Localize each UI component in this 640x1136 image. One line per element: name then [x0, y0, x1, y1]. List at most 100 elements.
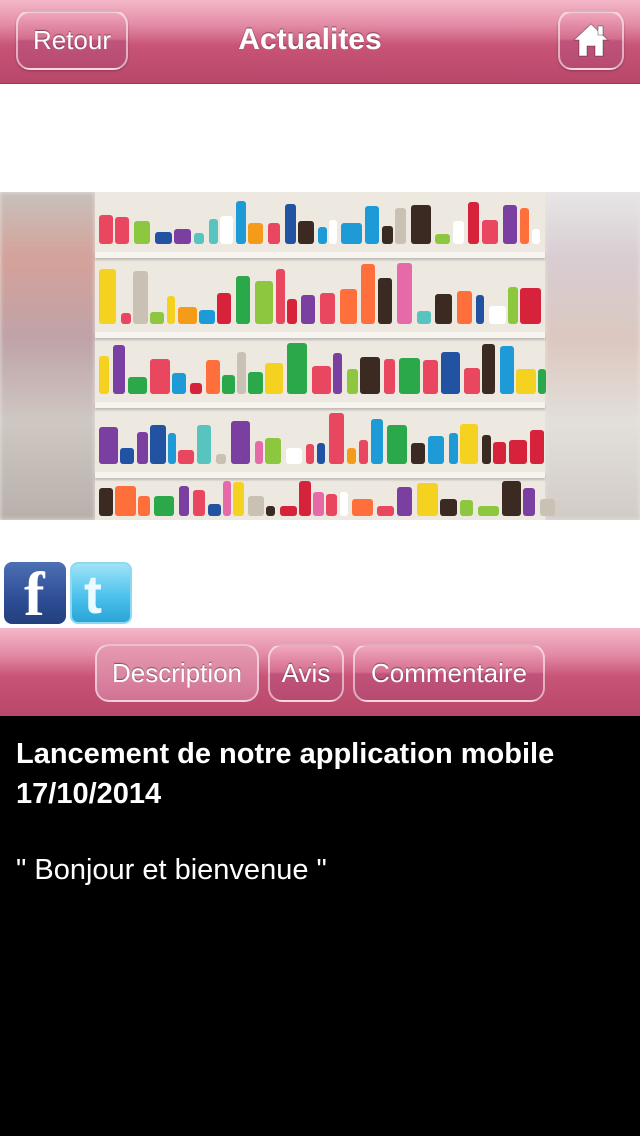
ribbon-spool	[460, 500, 473, 516]
photo-blur-right	[545, 192, 640, 520]
ribbon-spool	[382, 226, 393, 244]
ribbon-spool	[347, 448, 356, 464]
ribbon-spool	[397, 263, 412, 324]
ribbon-spool	[285, 204, 296, 244]
ribbon-spool	[150, 312, 164, 324]
ribbon-spool	[411, 443, 425, 464]
ribbon-spool	[508, 287, 518, 324]
article-photo	[0, 192, 640, 520]
ribbon-spool	[276, 269, 285, 324]
facebook-share-button[interactable]: f	[4, 562, 66, 624]
ribbon-spool	[287, 299, 297, 324]
ribbon-spool	[520, 208, 529, 244]
ribbon-spool	[341, 223, 362, 244]
ribbon-spool	[435, 294, 452, 324]
ribbon-spool	[178, 307, 197, 324]
ribbon-spool	[384, 359, 395, 394]
article-content: Lancement de notre application mobile 17…	[0, 716, 640, 1136]
ribbon-spool	[435, 234, 450, 244]
ribbon-spool	[268, 223, 280, 244]
ribbon-spool	[317, 443, 325, 464]
shelf-board	[95, 332, 545, 338]
ribbon-spool	[248, 372, 263, 394]
ribbon-spool	[306, 444, 314, 464]
ribbon-spool	[222, 375, 235, 394]
tab-commentaire[interactable]: Commentaire	[353, 644, 545, 702]
tab-bar: Description Avis Commentaire	[0, 628, 640, 716]
twitter-share-button[interactable]: t	[70, 562, 132, 624]
ribbon-spool	[231, 421, 250, 464]
ribbon-spool	[155, 232, 172, 244]
ribbon-spool	[509, 440, 527, 464]
ribbon-spool	[318, 227, 327, 244]
ribbon-spool	[265, 363, 283, 394]
ribbon-spool	[150, 359, 170, 394]
ribbon-spool	[523, 488, 535, 516]
home-button[interactable]	[558, 10, 624, 70]
ribbon-spool	[178, 450, 194, 464]
ribbon-spool	[150, 425, 166, 464]
ribbon-spool	[352, 499, 373, 516]
ribbon-spool	[329, 220, 337, 244]
ribbon-spool	[397, 487, 412, 516]
ribbon-spool	[493, 442, 506, 464]
ribbon-spool	[417, 483, 438, 516]
ribbon-spool	[411, 205, 431, 244]
photo-blur-left	[0, 192, 95, 520]
ribbon-spool	[236, 201, 246, 244]
ribbon-spool	[453, 221, 464, 244]
ribbon-spool	[99, 356, 109, 394]
ribbon-spool	[478, 506, 499, 516]
ribbon-spool	[99, 427, 118, 464]
ribbon-spool	[133, 271, 148, 324]
ribbon-shelves-image	[95, 192, 555, 520]
ribbon-spool	[347, 369, 358, 394]
ribbon-spool	[134, 221, 150, 244]
ribbon-spool	[428, 436, 444, 464]
ribbon-spool	[206, 360, 220, 394]
ribbon-spool	[312, 366, 331, 394]
ribbon-spool	[197, 425, 211, 464]
top-bar: Retour Actualites	[0, 0, 640, 84]
ribbon-spool	[299, 481, 311, 516]
ribbon-spool	[489, 306, 506, 324]
ribbon-spool	[217, 293, 231, 324]
ribbon-spool	[255, 281, 273, 324]
back-button[interactable]: Retour	[16, 10, 128, 70]
ribbon-spool	[482, 344, 495, 394]
ribbon-spool	[503, 205, 517, 244]
ribbon-spool	[301, 295, 315, 324]
ribbon-spool	[248, 223, 263, 244]
ribbon-spool	[237, 352, 246, 394]
ribbon-spool	[209, 219, 218, 244]
ribbon-spool	[113, 345, 125, 394]
ribbon-spool	[194, 233, 204, 244]
ribbon-spool	[115, 486, 136, 516]
ribbon-spool	[313, 492, 324, 516]
ribbon-spool	[482, 220, 498, 244]
page-title: Actualites	[238, 23, 382, 56]
ribbon-spool	[500, 346, 514, 394]
tab-description[interactable]: Description	[95, 644, 259, 702]
twitter-icon: t	[84, 565, 102, 624]
ribbon-spool	[120, 448, 134, 464]
ribbon-spool	[440, 499, 457, 516]
ribbon-spool	[359, 440, 368, 464]
ribbon-spool	[208, 504, 221, 516]
tab-avis[interactable]: Avis	[268, 644, 344, 702]
ribbon-spool	[190, 383, 202, 394]
ribbon-spool	[138, 496, 150, 516]
ribbon-spool	[399, 358, 420, 394]
ribbon-spool	[530, 430, 544, 464]
ribbon-spool	[457, 291, 472, 324]
ribbon-spool	[320, 293, 335, 324]
ribbon-spool	[371, 419, 383, 464]
ribbon-spool	[502, 481, 521, 516]
shelf-board	[95, 402, 545, 408]
ribbon-spool	[199, 310, 215, 324]
ribbon-spool	[99, 488, 113, 516]
ribbon-spool	[476, 295, 484, 324]
ribbon-spool	[361, 264, 375, 324]
ribbon-spool	[441, 352, 460, 394]
ribbon-spool	[174, 229, 191, 244]
